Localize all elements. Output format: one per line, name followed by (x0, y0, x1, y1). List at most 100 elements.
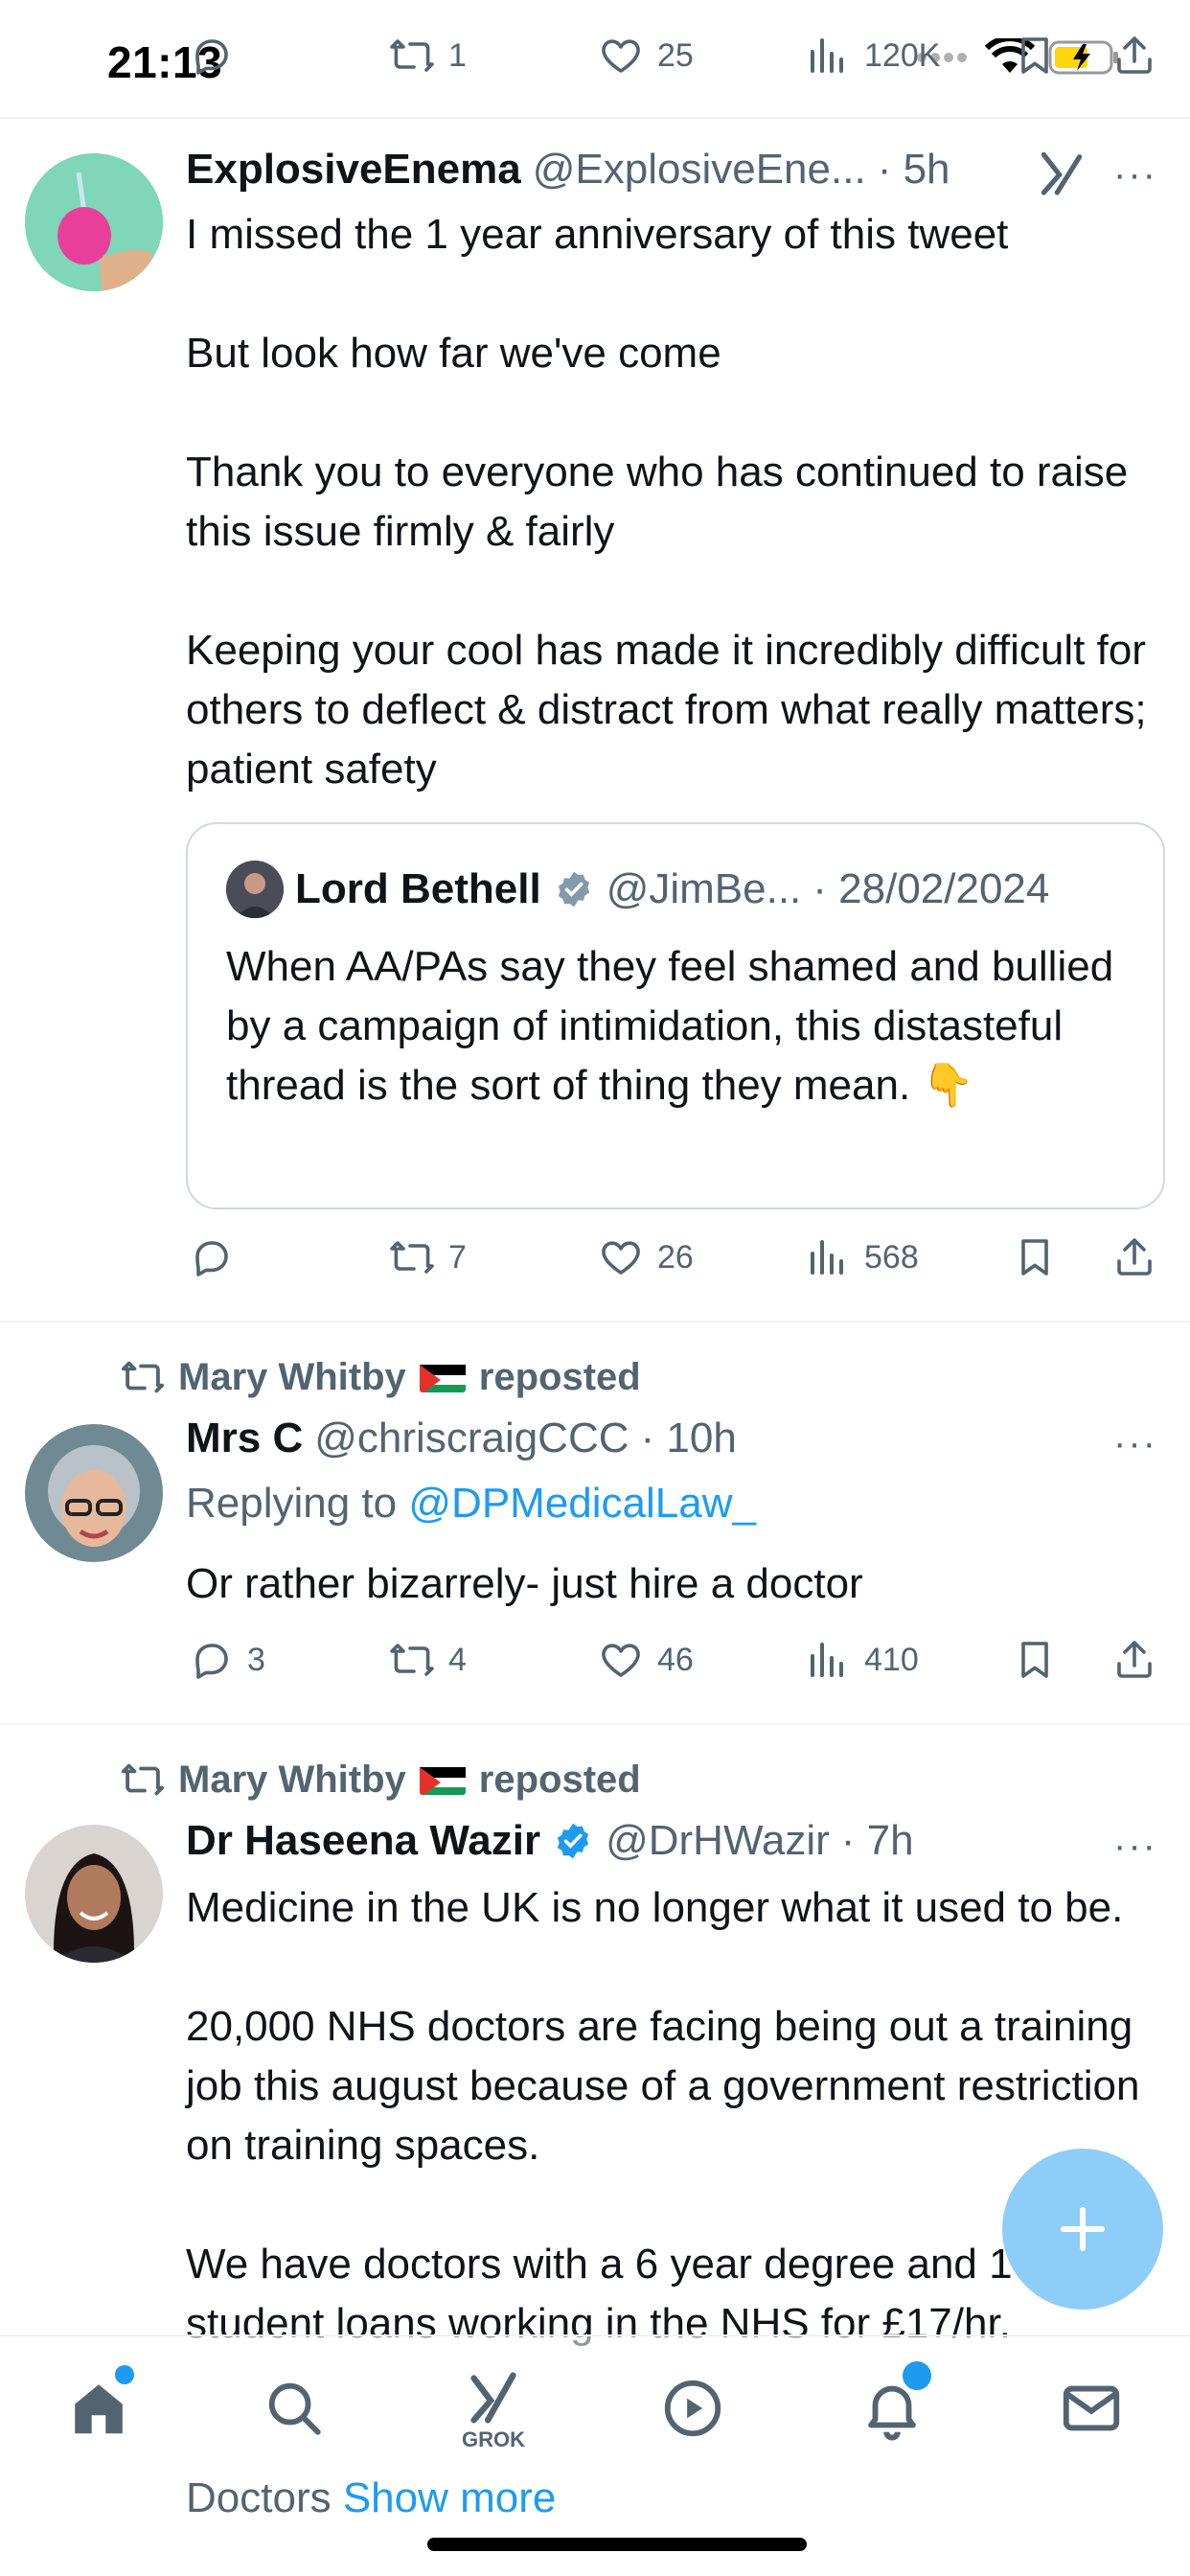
share-button[interactable] (1111, 1219, 1157, 1296)
tweet-header: ExplosiveEnema @ExplosiveEne... · 5h (186, 146, 950, 194)
tab-home[interactable] (46, 2356, 151, 2461)
reply-count: 3 (247, 1641, 265, 1678)
retweet-icon (121, 1763, 165, 1796)
bookmark-button[interactable] (1012, 1219, 1058, 1296)
retweet-count: 7 (448, 1238, 467, 1276)
like-count: 26 (657, 1238, 694, 1276)
compose-button[interactable] (1002, 2149, 1163, 2310)
more-options-button[interactable]: ··· (1113, 1825, 1157, 1868)
quote-author-name: Lord Bethell (295, 865, 541, 912)
retweet-button[interactable]: 4 (389, 1622, 467, 1698)
author-name[interactable]: ExplosiveEnema (186, 146, 521, 194)
reply-button[interactable] (188, 17, 234, 94)
replying-to-prefix: Replying to (186, 1480, 398, 1527)
bookmark-button[interactable] (1012, 17, 1058, 94)
tab-messages[interactable] (1039, 2356, 1144, 2461)
views-count: 568 (864, 1238, 919, 1276)
show-more-link[interactable]: Show more (343, 2474, 557, 2521)
author-name[interactable]: Mrs C (186, 1414, 303, 1462)
tweet-actions: 3 4 46 410 (0, 1622, 1190, 1698)
grok-icon[interactable] (1035, 146, 1088, 199)
analytics-icon (811, 1643, 843, 1677)
tweet-header: Mrs C @chriscraigCCC · 10h (186, 1414, 737, 1462)
tweet-time: · 10h (640, 1414, 737, 1461)
like-button[interactable]: 46 (598, 1622, 694, 1698)
like-count: 25 (657, 36, 694, 74)
avatar[interactable] (25, 153, 163, 291)
like-button[interactable]: 26 (598, 1219, 694, 1296)
tab-search[interactable] (241, 2356, 347, 2461)
replying-to: Replying to @DPMedicalLaw_ (186, 1480, 756, 1528)
views-count: 410 (864, 1641, 919, 1678)
author-handle[interactable]: @ExplosiveEne... (533, 146, 866, 194)
divider (0, 1321, 1190, 1322)
home-icon (75, 2384, 123, 2434)
views-count: 120K (864, 36, 941, 74)
author-handle[interactable]: @DrHWazir (606, 1817, 830, 1865)
tweet-header: Dr Haseena Wazir @DrHWazir · 7h (186, 1817, 914, 1865)
more-options-button[interactable]: ··· (1113, 1422, 1157, 1465)
truncated-text: Doctors (186, 2474, 332, 2521)
tweet-text: I missed the 1 year anniversary of this … (186, 211, 1147, 793)
tweet-time: · 5h (877, 146, 950, 193)
quote-avatar (226, 861, 284, 918)
reposter-name[interactable]: Mary Whitby (178, 1356, 406, 1399)
replying-to-link[interactable]: @DPMedicalLaw_ (408, 1480, 756, 1527)
retweet-icon (390, 1644, 434, 1676)
quote-header: Lord Bethell @JimBe... · 28/02/2024 (226, 861, 1049, 918)
bookmark-icon (1021, 37, 1048, 74)
retweet-button[interactable]: 7 (389, 1219, 467, 1296)
divider (0, 1723, 1190, 1725)
quoted-tweet[interactable]: Lord Bethell @JimBe... · 28/02/2024 When… (186, 822, 1165, 1209)
like-button[interactable]: 25 (598, 17, 694, 94)
previous-tweet-actions: 1 25 120K (0, 17, 1190, 94)
repost-line: Mary Whitby reposted (121, 1758, 641, 1802)
retweet-icon (121, 1361, 165, 1393)
tab-video[interactable] (640, 2356, 745, 2461)
reposter-name[interactable]: Mary Whitby (178, 1759, 406, 1802)
tab-notifications[interactable] (839, 2356, 945, 2461)
quote-text: When AA/PAs say they feel shamed and bul… (226, 943, 1114, 1109)
tweet-text: Or rather bizarrely- just hire a doctor (186, 1560, 863, 1607)
retweet-icon (390, 39, 434, 72)
views-button[interactable]: 568 (805, 1219, 919, 1296)
reply-icon (195, 1241, 228, 1276)
author-handle[interactable]: @chriscraigCCC (314, 1414, 629, 1462)
reply-button[interactable] (188, 1219, 234, 1296)
analytics-icon (811, 38, 843, 73)
avatar[interactable] (25, 1424, 163, 1562)
tweet-text: Medicine in the UK is no longer what it … (186, 1884, 1140, 2347)
reply-button[interactable]: 3 (188, 1622, 265, 1698)
reply-icon (195, 1644, 228, 1679)
verified-badge-icon (557, 1823, 589, 1859)
share-button[interactable] (1111, 17, 1157, 94)
quote-date: · 28/02/2024 (812, 865, 1050, 912)
heart-icon (602, 1644, 640, 1677)
tab-bar: GROK (0, 2334, 1190, 2478)
views-button[interactable]: 120K (805, 17, 940, 94)
share-button[interactable] (1111, 1622, 1157, 1698)
grok-icon (470, 2372, 516, 2424)
retweet-button[interactable]: 1 (389, 17, 467, 94)
reposted-label: reposted (478, 1355, 641, 1398)
plus-icon (1061, 2207, 1105, 2251)
analytics-icon (811, 1240, 843, 1275)
share-icon (1117, 1238, 1152, 1276)
mail-icon (1063, 2385, 1120, 2431)
bookmark-icon (1021, 1642, 1048, 1678)
reply-icon (195, 39, 228, 75)
bookmark-button[interactable] (1012, 1622, 1058, 1698)
palestine-flag-icon (419, 1362, 466, 1392)
quote-author-handle: @JimBe... (606, 865, 802, 912)
tab-grok[interactable]: GROK (441, 2356, 546, 2461)
views-button[interactable]: 410 (805, 1622, 919, 1698)
grok-label: GROK (462, 2427, 525, 2451)
tweet-actions: 7 26 568 (0, 1219, 1190, 1296)
avatar[interactable] (25, 1825, 163, 1963)
author-name[interactable]: Dr Haseena Wazir (186, 1817, 540, 1865)
share-icon (1117, 1641, 1152, 1678)
bookmark-icon (1021, 1239, 1048, 1276)
more-options-button[interactable]: ··· (1113, 153, 1157, 196)
search-icon (268, 2382, 321, 2435)
verified-badge-icon (558, 871, 589, 908)
